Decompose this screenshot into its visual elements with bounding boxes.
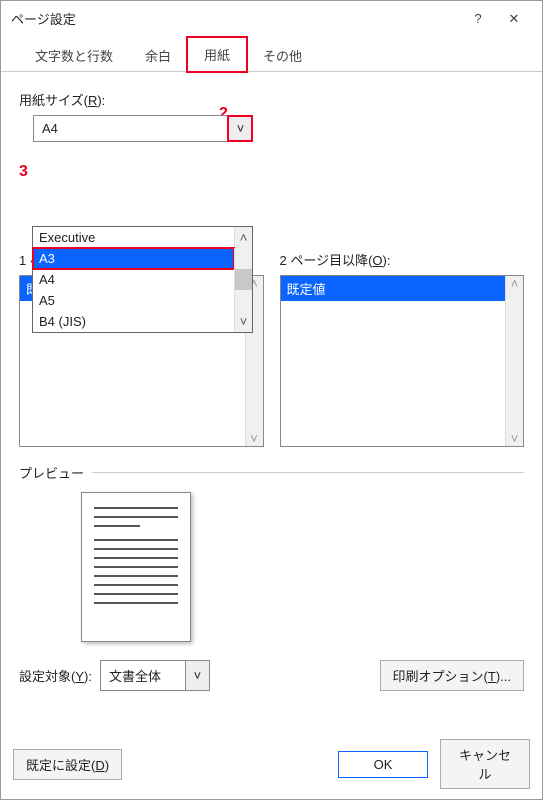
listbox-scrollbar[interactable]: ˄˅ xyxy=(505,276,523,446)
paper-size-dropdown-list: Executive˄ A3 A4 A5 B4 (JIS)˅ xyxy=(32,226,253,333)
cancel-button[interactable]: キャンセル xyxy=(440,739,530,789)
option-b4-jis[interactable]: B4 (JIS) xyxy=(33,311,234,332)
set-default-button[interactable]: 既定に設定(D) xyxy=(13,749,122,780)
paper-size-combo[interactable]: A4 ˅ xyxy=(33,115,253,142)
paper-size-label: 用紙サイズ(R): xyxy=(19,90,524,109)
apply-to-value: 文書全体 xyxy=(101,661,185,690)
print-options-button[interactable]: 印刷オプション(T)... xyxy=(380,660,524,691)
apply-to-label: 設定対象(Y): xyxy=(19,666,92,685)
preview-page xyxy=(81,492,191,642)
option-executive[interactable]: Executive xyxy=(33,227,234,248)
scrollbar-thumb[interactable] xyxy=(234,269,252,290)
chevron-down-icon: ˅ xyxy=(194,668,202,683)
chevron-down-icon: ˅ xyxy=(237,121,245,136)
scrollbar-track[interactable] xyxy=(234,248,252,269)
apply-to-combo[interactable]: 文書全体 ˅ xyxy=(100,660,210,691)
tab-margins[interactable]: 余白 xyxy=(129,39,187,72)
scrollbar-track[interactable] xyxy=(234,290,252,311)
scroll-down-icon: ˅ xyxy=(511,431,519,446)
option-a5[interactable]: A5 xyxy=(33,290,234,311)
title-bar: ページ設定 ? ✕ xyxy=(1,1,542,36)
apply-to-dropdown-button[interactable]: ˅ xyxy=(185,661,209,690)
scroll-up-icon[interactable]: ˄ xyxy=(234,227,252,248)
dialog-title: ページ設定 xyxy=(11,9,460,28)
tab-paper[interactable]: 用紙 xyxy=(187,37,247,72)
other-pages-tray-label: 2 ページ目以降(O): xyxy=(280,250,525,269)
tab-chars-lines[interactable]: 文字数と行数 xyxy=(19,39,129,72)
ok-button[interactable]: OK xyxy=(338,751,428,778)
scroll-down-icon: ˅ xyxy=(250,431,258,446)
tab-strip: 文字数と行数 余白 用紙 その他 xyxy=(1,36,542,72)
other-pages-tray-item[interactable]: 既定値 xyxy=(281,276,506,301)
paper-size-value: A4 xyxy=(34,116,228,141)
option-a4[interactable]: A4 xyxy=(33,269,234,290)
scroll-down-icon[interactable]: ˅ xyxy=(234,311,252,332)
help-button[interactable]: ? xyxy=(460,11,496,26)
tab-other[interactable]: その他 xyxy=(247,39,318,72)
divider xyxy=(92,472,524,473)
other-pages-tray-listbox[interactable]: 既定値 ˄˅ xyxy=(280,275,525,447)
close-button[interactable]: ✕ xyxy=(496,11,532,27)
preview-label: プレビュー xyxy=(19,463,84,482)
option-a3[interactable]: A3 xyxy=(33,248,234,269)
paper-size-dropdown-button[interactable]: ˅ xyxy=(228,116,252,141)
scroll-up-icon: ˄ xyxy=(511,276,519,291)
